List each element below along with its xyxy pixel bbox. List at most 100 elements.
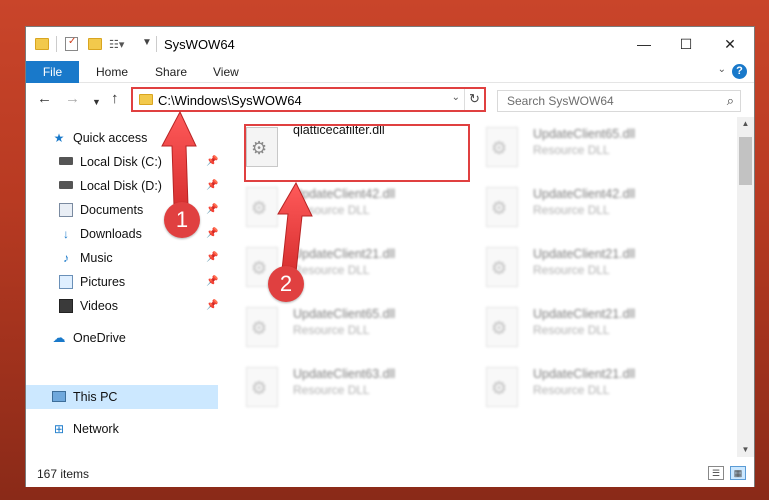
file-item[interactable]: ⚙ UpdateClient42.dll Resource DLL	[218, 179, 448, 235]
nav-label: This PC	[73, 390, 118, 404]
nav-label: Local Disk (C:)	[80, 155, 162, 169]
pin-icon[interactable]: 📌	[206, 223, 218, 245]
explorer-window: ✓ ☷▾ ▼ SysWOW64 — ☐ ✕ File Home Share Vi…	[25, 26, 755, 487]
navigation-pane: ★ Quick access Local Disk (C:) 📌 Local D…	[26, 117, 218, 457]
forward-arrow-icon[interactable]: →	[65, 91, 80, 107]
nav-label: Quick access	[73, 131, 148, 145]
dll-file-icon: ⚙	[246, 187, 278, 227]
status-bar: 167 items ☰ ▦	[26, 461, 754, 487]
dll-file-icon: ⚙	[246, 367, 278, 407]
tab-home[interactable]: Home	[96, 61, 128, 83]
file-item[interactable]: ⚙ UpdateClient63.dll Resource DLL	[218, 359, 448, 415]
address-bar[interactable]: C:\Windows\SysWOW64 ⌄ ↻	[131, 87, 486, 112]
scroll-up-icon[interactable]: ▲	[737, 117, 754, 131]
folder-icon	[35, 38, 49, 50]
search-icon[interactable]: ⌕	[727, 93, 734, 109]
ribbon-tabs: File Home Share View ⌄ ?	[26, 61, 754, 83]
dll-file-icon: ⚙	[486, 307, 518, 347]
file-type: Resource DLL	[533, 263, 610, 277]
downloads-icon: ↓	[63, 227, 69, 241]
recent-locations-icon[interactable]: ▼	[92, 94, 101, 110]
file-type: Resource DLL	[533, 323, 610, 337]
file-name: UpdateClient21.dll	[533, 307, 636, 321]
nav-item-videos[interactable]: Videos 📌	[59, 295, 219, 317]
maximize-button[interactable]: ☐	[676, 35, 696, 53]
file-type: Resource DLL	[533, 203, 610, 217]
nav-label: OneDrive	[73, 331, 126, 345]
nav-label: Downloads	[80, 227, 142, 241]
pin-icon[interactable]: 📌	[206, 175, 218, 197]
nav-label: Videos	[80, 299, 118, 313]
pin-icon[interactable]: 📌	[206, 151, 218, 173]
properties-icon[interactable]: ✓	[65, 36, 78, 51]
back-arrow-icon[interactable]: ←	[37, 91, 52, 107]
details-view-icon[interactable]: ☰	[708, 466, 724, 480]
file-name: UpdateClient21.dll	[533, 367, 636, 381]
file-name: UpdateClient21.dll	[533, 247, 636, 261]
up-arrow-icon[interactable]: ↑	[111, 91, 119, 107]
customize-qa-icon[interactable]: ☷▾	[109, 38, 124, 51]
file-item[interactable]: ⚙ UpdateClient21.dll Resource DLL	[458, 359, 688, 415]
divider	[156, 36, 157, 52]
refresh-icon[interactable]: ↻	[464, 89, 484, 110]
pictures-icon	[59, 275, 73, 289]
search-input[interactable]: Search SysWOW64 ⌕	[497, 90, 741, 112]
close-button[interactable]: ✕	[720, 35, 740, 53]
large-icons-view-icon[interactable]: ▦	[730, 466, 746, 480]
file-type: Resource DLL	[533, 383, 610, 397]
callout-number-1: 1	[164, 202, 200, 238]
tab-share[interactable]: Share	[155, 61, 187, 83]
file-type: Resource DLL	[293, 263, 370, 277]
nav-item-music[interactable]: ♪ Music 📌	[59, 247, 219, 269]
nav-item-local-disk-d[interactable]: Local Disk (D:) 📌	[59, 175, 219, 197]
file-item[interactable]: ⚙ UpdateClient21.dll Resource DLL	[218, 239, 448, 295]
dll-file-icon: ⚙	[486, 247, 518, 287]
scroll-thumb[interactable]	[739, 137, 752, 185]
dll-file-icon: ⚙	[486, 127, 518, 167]
star-icon: ★	[53, 131, 65, 145]
nav-item-local-disk-c[interactable]: Local Disk (C:) 📌	[59, 151, 219, 173]
address-dropdown-icon[interactable]: ⌄	[452, 92, 460, 103]
help-icon[interactable]: ?	[732, 64, 747, 79]
pin-icon[interactable]: 📌	[206, 295, 218, 317]
tab-file[interactable]: File	[26, 61, 79, 83]
pin-icon[interactable]: 📌	[206, 271, 218, 293]
window-title: SysWOW64	[164, 37, 235, 52]
file-item[interactable]: ⚙ UpdateClient65.dll Resource DLL	[458, 119, 688, 175]
divider	[56, 36, 57, 52]
nav-label: Documents	[80, 203, 144, 217]
nav-label: Network	[73, 422, 119, 436]
tab-view[interactable]: View	[213, 61, 239, 83]
file-name: UpdateClient21.dll	[293, 247, 396, 261]
music-icon: ♪	[63, 251, 69, 265]
file-item[interactable]: ⚙ UpdateClient21.dll Resource DLL	[458, 239, 688, 295]
cloud-icon: ☁	[52, 330, 66, 345]
nav-label: Local Disk (D:)	[80, 179, 162, 193]
vertical-scrollbar[interactable]: ▲ ▼	[737, 117, 754, 457]
nav-label: Music	[80, 251, 113, 265]
file-name: UpdateClient42.dll	[533, 187, 636, 201]
file-item[interactable]: ⚙ UpdateClient65.dll Resource DLL	[218, 299, 448, 355]
computer-icon	[52, 391, 66, 402]
network-icon: ⊞	[53, 422, 65, 436]
drive-icon	[59, 181, 73, 189]
file-item[interactable]: ⚙ UpdateClient21.dll Resource DLL	[458, 299, 688, 355]
file-item[interactable]: ⚙ UpdateClient42.dll Resource DLL	[458, 179, 688, 235]
file-name: UpdateClient65.dll	[533, 127, 636, 141]
dll-file-icon: ⚙	[486, 187, 518, 227]
nav-item-pictures[interactable]: Pictures 📌	[59, 271, 219, 293]
ribbon-expand-icon[interactable]: ⌄	[718, 64, 726, 75]
pin-icon[interactable]: 📌	[206, 199, 218, 221]
new-folder-icon[interactable]	[88, 38, 102, 50]
qa-dropdown-icon[interactable]: ▼	[142, 37, 152, 48]
file-type: Resource DLL	[293, 203, 370, 217]
item-count: 167 items	[37, 467, 90, 481]
pin-icon[interactable]: 📌	[206, 247, 218, 269]
scroll-down-icon[interactable]: ▼	[737, 443, 754, 457]
address-path[interactable]: C:\Windows\SysWOW64	[158, 93, 302, 108]
search-placeholder: Search SysWOW64	[507, 94, 614, 108]
minimize-button[interactable]: —	[634, 35, 654, 53]
file-name: UpdateClient42.dll	[293, 187, 396, 201]
file-highlight-box	[244, 124, 470, 182]
file-name: UpdateClient63.dll	[293, 367, 396, 381]
